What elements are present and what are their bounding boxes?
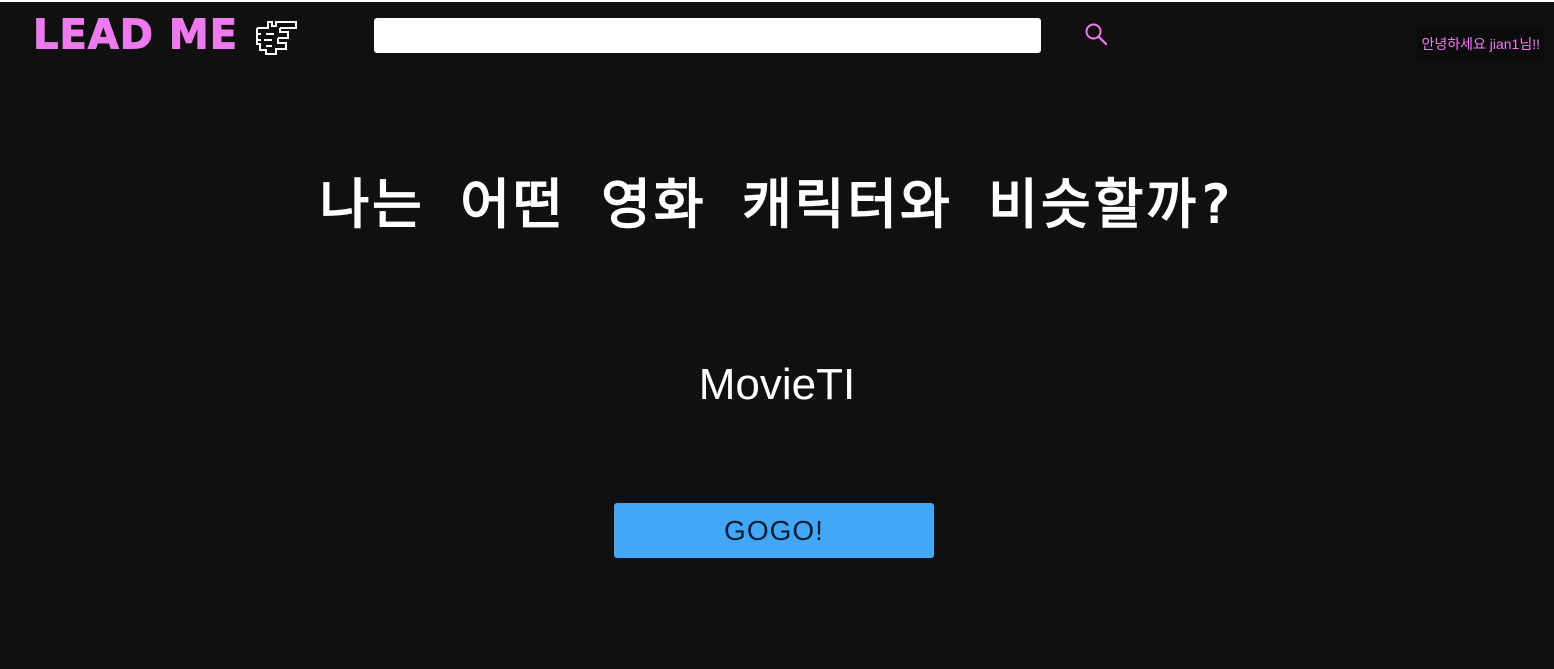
gogo-button[interactable]: GOGO! xyxy=(614,503,934,558)
search-button[interactable] xyxy=(1080,18,1112,50)
pointing-hand-icon xyxy=(255,20,298,56)
search-icon xyxy=(1085,23,1108,46)
page-subtitle: MovieTI xyxy=(698,360,856,409)
page-title: 나는 어떤 영화 캐릭터와 비슷할까? xyxy=(319,173,1235,236)
logo-link[interactable]: LEAD ME xyxy=(32,11,302,59)
user-greeting[interactable]: 안녕하세요 jian1님!! xyxy=(1417,28,1544,60)
logo-text: LEAD ME xyxy=(32,11,239,59)
page: LEAD ME 안녕하세요 jian1님!! 나는 어떤 영화 캐릭터와 비슷할… xyxy=(0,0,1554,669)
search-input[interactable] xyxy=(374,18,1041,53)
